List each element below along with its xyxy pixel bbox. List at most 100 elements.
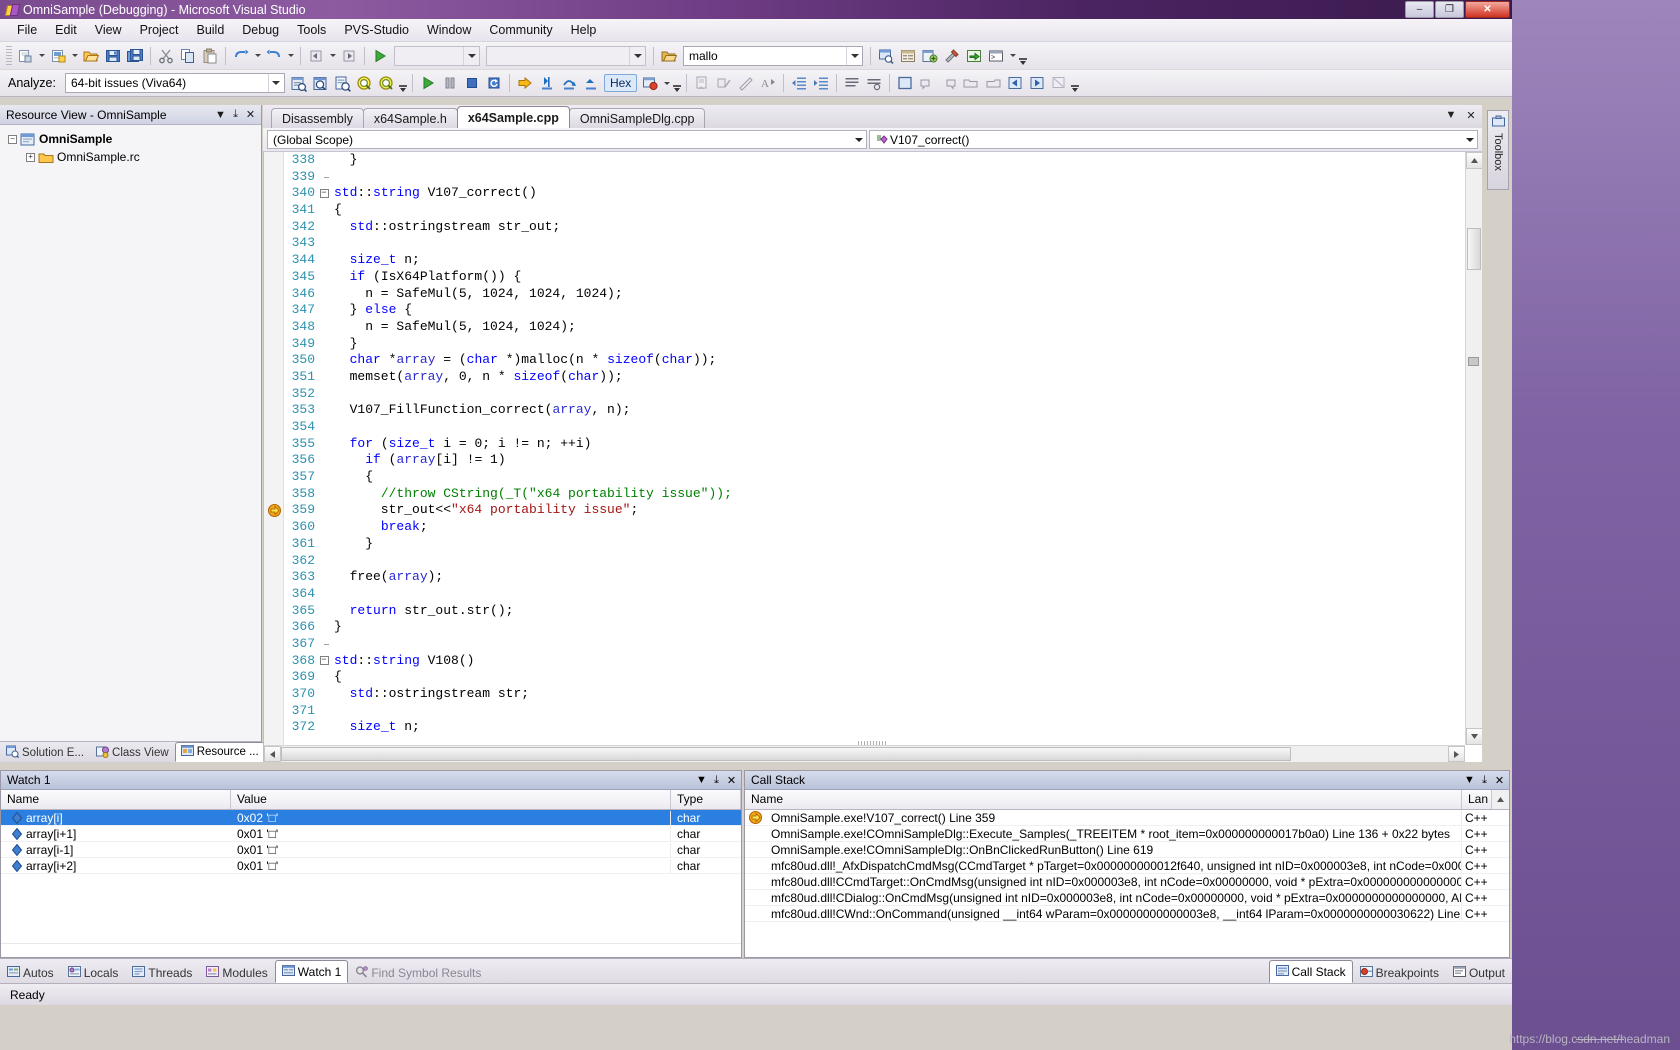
code-surface[interactable]: 338 } 339 340− std::string V107_correct() 34… xyxy=(263,152,1482,762)
pvs-check-project-icon[interactable] xyxy=(310,72,332,94)
find-folder-icon[interactable] xyxy=(658,45,680,67)
add-new-item-icon[interactable] xyxy=(47,45,69,67)
callstack-scroll-up-button[interactable] xyxy=(1492,790,1509,809)
decrease-indent-icon[interactable] xyxy=(788,72,810,94)
code-line[interactable]: 372 size_t n; xyxy=(264,719,1465,736)
callstack-column-name[interactable]: Name xyxy=(745,790,1462,809)
previous-bookmark-folder-icon[interactable] xyxy=(960,72,982,94)
panel-close-icon[interactable]: ✕ xyxy=(243,107,258,122)
tab-find-symbol-results[interactable]: Find Symbol Results xyxy=(348,962,488,983)
tab-x64sample-cpp[interactable]: x64Sample.cpp xyxy=(456,106,570,128)
toolbox-tools-icon[interactable] xyxy=(941,45,963,67)
menu-edit[interactable]: Edit xyxy=(46,20,86,40)
stop-debugging-icon[interactable] xyxy=(461,72,483,94)
step-into-icon[interactable] xyxy=(536,72,558,94)
watch-row[interactable]: array[i-1] 0x01 '□' char xyxy=(1,842,741,858)
panel-dropdown-icon[interactable]: ▼ xyxy=(213,107,228,122)
watch-pin-icon[interactable]: ⤓ xyxy=(709,773,724,788)
watch-row[interactable]: array[i+1] 0x01 '□' char xyxy=(1,826,741,842)
tree-expander-icon[interactable]: − xyxy=(6,133,19,146)
add-new-item-dropdown-icon[interactable] xyxy=(69,45,80,67)
code-line[interactable]: 360 break; xyxy=(264,519,1465,536)
start-debugging-icon[interactable] xyxy=(369,45,391,67)
callstack-dropdown-icon[interactable]: ▼ xyxy=(1462,773,1477,788)
font-size-icon[interactable]: A xyxy=(757,72,779,94)
callstack-row[interactable]: mfc80ud.dll!CWnd::OnCommand(unsigned __i… xyxy=(745,906,1509,922)
scroll-up-button[interactable] xyxy=(1466,152,1482,169)
code-line[interactable]: 347 } else { xyxy=(264,302,1465,319)
callstack-close-icon[interactable]: ✕ xyxy=(1492,773,1507,788)
tab-list-dropdown-icon[interactable]: ▼ xyxy=(1444,108,1458,122)
callstack-row[interactable]: OmniSample.exe!COmniSampleDlg::OnBnClick… xyxy=(745,842,1509,858)
toolbox-auto-hide-tab[interactable]: Toolbox xyxy=(1487,110,1509,190)
tab-locals[interactable]: Locals xyxy=(61,962,126,983)
code-line[interactable]: 349 } xyxy=(264,336,1465,353)
tab-class-view[interactable]: Class View xyxy=(90,743,175,762)
debug-toolbar-overflow-button[interactable] xyxy=(672,72,682,94)
minimize-button[interactable]: – xyxy=(1405,1,1434,18)
solution-platform-combo[interactable] xyxy=(486,45,646,66)
callstack-grid[interactable]: Name Lan OmniSample.exe!V107_correct() L… xyxy=(745,790,1509,957)
watch-column-type[interactable]: Type xyxy=(671,790,741,809)
undo-icon[interactable] xyxy=(230,45,252,67)
code-line[interactable]: 367 xyxy=(264,636,1465,653)
step-out-icon[interactable] xyxy=(580,72,602,94)
tab-autos[interactable]: Autos xyxy=(0,962,61,983)
tree-node-rc[interactable]: + OmniSample.rc xyxy=(4,148,261,166)
uncomment-lines-icon[interactable] xyxy=(863,72,885,94)
code-line[interactable]: 357 { xyxy=(264,469,1465,486)
callstack-row[interactable]: OmniSample.exe!COmniSampleDlg::Execute_S… xyxy=(745,826,1509,842)
tab-modules[interactable]: Modules xyxy=(199,962,274,983)
code-line[interactable]: 352 xyxy=(264,386,1465,403)
close-button[interactable]: ✕ xyxy=(1465,1,1510,18)
tab-output[interactable]: Output xyxy=(1446,962,1512,983)
vertical-scroll-thumb[interactable] xyxy=(1467,228,1481,270)
watch-row[interactable]: array[i] 0x02 '□' char xyxy=(1,810,741,826)
previous-bookmark-blue-icon[interactable] xyxy=(1004,72,1026,94)
code-line[interactable]: 340− std::string V107_correct() xyxy=(264,185,1465,202)
menu-tools[interactable]: Tools xyxy=(288,20,335,40)
show-next-statement-icon[interactable] xyxy=(514,72,536,94)
redo-icon[interactable] xyxy=(263,45,285,67)
hexadecimal-display-button[interactable]: Hex xyxy=(603,74,638,92)
toolbar-grip[interactable] xyxy=(6,45,12,66)
code-line[interactable]: 359 str_out<<"x64 portability issue"; xyxy=(264,502,1465,519)
tab-resource-view[interactable]: Resource ... xyxy=(174,742,265,762)
continue-icon[interactable] xyxy=(417,72,439,94)
tab-breakpoints[interactable]: Breakpoints xyxy=(1353,962,1446,983)
menu-build[interactable]: Build xyxy=(187,20,233,40)
solution-explorer-icon[interactable] xyxy=(875,45,897,67)
code-line[interactable]: 362 xyxy=(264,553,1465,570)
find-combo[interactable]: mallo xyxy=(683,45,863,66)
menu-window[interactable]: Window xyxy=(418,20,480,40)
callstack-column-language[interactable]: Lan xyxy=(1462,790,1492,809)
clear-bookmarks-icon[interactable] xyxy=(1048,72,1070,94)
watch-value[interactable]: 0x02 '□' xyxy=(231,810,671,825)
code-line[interactable]: 355 for (size_t i = 0; i != n; ++i) xyxy=(264,436,1465,453)
pvs-check-file-icon[interactable] xyxy=(332,72,354,94)
watch-row[interactable]: array[i+2] 0x01 '□' char xyxy=(1,858,741,874)
code-line[interactable]: 345 if (IsX64Platform()) { xyxy=(264,269,1465,286)
callstack-row[interactable]: mfc80ud.dll!CCmdTarget::OnCmdMsg(unsigne… xyxy=(745,874,1509,890)
menu-file[interactable]: File xyxy=(8,20,46,40)
watch-value[interactable]: 0x01 '□' xyxy=(231,842,671,857)
menu-view[interactable]: View xyxy=(86,20,131,40)
scroll-left-button[interactable] xyxy=(264,746,281,762)
open-file-icon[interactable] xyxy=(80,45,102,67)
code-line[interactable]: 338 } xyxy=(264,152,1465,169)
code-line[interactable]: 371 xyxy=(264,703,1465,720)
cut-icon[interactable] xyxy=(155,45,177,67)
new-project-dropdown-icon[interactable] xyxy=(36,45,47,67)
menu-debug[interactable]: Debug xyxy=(233,20,288,40)
command-window-dropdown-icon[interactable] xyxy=(1007,45,1018,67)
command-window-icon[interactable]: > xyxy=(985,45,1007,67)
code-line[interactable]: 361 } xyxy=(264,536,1465,553)
code-line[interactable]: 364 xyxy=(264,586,1465,603)
callstack-pin-icon[interactable]: ⤓ xyxy=(1477,773,1492,788)
code-line[interactable]: 353 V107_FillFunction_correct(array, n); xyxy=(264,402,1465,419)
solution-configuration-combo[interactable] xyxy=(394,45,480,66)
comment-lines-icon[interactable] xyxy=(841,72,863,94)
code-line[interactable]: 365 return str_out.str(); xyxy=(264,603,1465,620)
tab-disassembly[interactable]: Disassembly xyxy=(271,108,364,128)
increase-indent-icon[interactable] xyxy=(810,72,832,94)
